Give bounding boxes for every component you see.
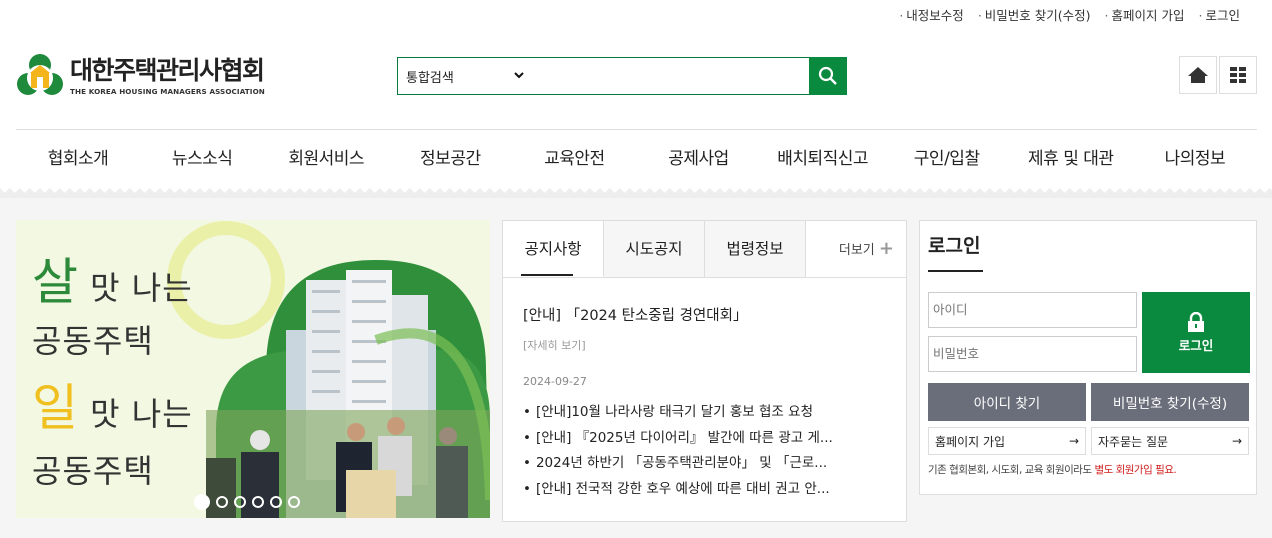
notice-date: 2024-09-27 [523, 375, 587, 388]
grid-icon [1230, 67, 1246, 83]
nav-item-partnership[interactable]: 제휴 및 대관 [1009, 130, 1133, 187]
find-id-button[interactable]: 아이디 찾기 [928, 383, 1086, 421]
join-link-label: 홈페이지 가입 [935, 434, 1006, 449]
utility-links: 내정보수정 비밀번호 찾기(수정) 홈페이지 가입 로그인 [899, 5, 1240, 24]
util-link-login[interactable]: 로그인 [1199, 5, 1240, 24]
login-panel: 로그인 로그인 아이디 찾기 비밀번호 찾기(수정) 홈페이지 가입 → 자주묻… [919, 220, 1257, 495]
notice-list: [안내]10월 나라사랑 태극기 달기 홍보 협조 요청 [안내] 『2025년… [503, 388, 906, 502]
notice-tabs: 공지사항 시도공지 법령정보 더보기 + [503, 221, 906, 278]
tab-notices[interactable]: 공지사항 [503, 221, 604, 277]
login-title-underline [928, 270, 983, 272]
banner-pagination [194, 494, 300, 510]
join-link[interactable]: 홈페이지 가입 → [928, 427, 1086, 455]
search-button[interactable] [809, 57, 847, 95]
util-link-join[interactable]: 홈페이지 가입 [1105, 5, 1185, 24]
login-note-highlight: 별도 회원가입 필요. [1094, 464, 1177, 476]
notice-board: 공지사항 시도공지 법령정보 더보기 + [안내] 「2024 탄소중립 경연대… [502, 220, 907, 522]
util-link-edit-info[interactable]: 내정보수정 [899, 5, 964, 24]
banner-dot-5[interactable] [270, 496, 282, 508]
site-logo[interactable]: 대한주택관리사협회 THE KOREA HOUSING MANAGERS ASS… [16, 52, 265, 100]
banner-dot-4[interactable] [252, 496, 264, 508]
nav-item-news[interactable]: 뉴스소식 [140, 130, 264, 187]
chevron-down-icon [514, 71, 524, 82]
banner-line-1: 살 맛 나는 [32, 242, 193, 314]
login-title: 로그인 [928, 235, 981, 257]
nav-item-jobs[interactable]: 구인/입찰 [885, 130, 1009, 187]
nav-item-info[interactable]: 정보공간 [388, 130, 512, 187]
banner-word-3-big: 일 [32, 379, 79, 437]
util-link-find-password[interactable]: 비밀번호 찾기(수정) [978, 5, 1091, 24]
main-banner[interactable]: 살 맛 나는 공동주택 일 맛 나는 공동주택 [16, 220, 490, 518]
more-link[interactable]: 더보기 + [839, 221, 906, 277]
login-button-label: 로그인 [1178, 337, 1214, 353]
arrow-right-icon: → [1231, 434, 1242, 448]
logo-icon [17, 54, 63, 95]
faq-link[interactable]: 자주묻는 질문 → [1091, 427, 1249, 455]
top-icon-buttons [1179, 56, 1257, 94]
nav-item-placement[interactable]: 배치퇴직신고 [761, 130, 885, 187]
search-scope-label: 통합검색 [406, 70, 454, 86]
faq-link-label: 자주묻는 질문 [1098, 434, 1169, 449]
tab-regional-notices[interactable]: 시도공지 [604, 221, 705, 277]
nav-item-education[interactable]: 교육안전 [512, 130, 636, 187]
login-note-text: 기존 협회본회, 시도회, 교육 회원이라도 [928, 464, 1095, 476]
notice-headline[interactable]: [안내] 「2024 탄소중립 경연대회」 [503, 278, 906, 325]
notice-item[interactable]: 2024년 하반기 「공동주택관리분야」 및 「근로... [523, 451, 886, 477]
search-bar: 통합검색 [397, 57, 847, 95]
banner-line-2: 공동주택 [32, 322, 154, 360]
home-button[interactable] [1179, 56, 1217, 94]
password-input[interactable] [928, 336, 1137, 372]
logo-title: 대한주택관리사협회 [70, 55, 265, 85]
banner-line-4: 공동주택 [32, 452, 154, 490]
user-id-input[interactable] [928, 292, 1137, 328]
notice-item[interactable]: [안내]10월 나라사랑 태극기 달기 홍보 협조 요청 [523, 400, 886, 426]
banner-dot-6[interactable] [288, 496, 300, 508]
nav-item-member-service[interactable]: 회원서비스 [264, 130, 388, 187]
sitemap-button[interactable] [1219, 56, 1257, 94]
banner-word-1: 맛 나는 [90, 269, 193, 307]
banner-word-1-big: 살 [32, 253, 79, 311]
banner-dot-2[interactable] [216, 496, 228, 508]
notice-item[interactable]: [안내] 전국적 강한 호우 예상에 따른 대비 권고 안... [523, 477, 886, 503]
banner-dot-1[interactable] [194, 494, 210, 510]
zigzag-divider [0, 188, 1272, 198]
login-button[interactable]: 로그인 [1142, 292, 1250, 373]
search-input[interactable] [530, 59, 809, 93]
logo-subtitle: THE KOREA HOUSING MANAGERS ASSOCIATION [70, 86, 265, 96]
main-nav: 협회소개 뉴스소식 회원서비스 정보공간 교육안전 공제사업 배치퇴직신고 구인… [16, 129, 1257, 187]
tab-laws[interactable]: 법령정보 [705, 221, 806, 277]
nav-item-mutual-aid[interactable]: 공제사업 [636, 130, 760, 187]
find-password-button[interactable]: 비밀번호 찾기(수정) [1091, 383, 1249, 421]
banner-line-3: 일 맛 나는 [32, 368, 193, 440]
nav-item-my-info[interactable]: 나의정보 [1133, 130, 1257, 187]
search-icon [818, 66, 837, 85]
notice-detail-link[interactable]: [자세히 보기] [503, 325, 906, 353]
banner-word-3: 맛 나는 [90, 395, 193, 433]
nav-item-about[interactable]: 협회소개 [16, 130, 140, 187]
plus-icon: + [878, 238, 894, 259]
search-scope-select[interactable]: 통합검색 [406, 67, 530, 86]
notice-item[interactable]: [안내] 『2025년 다이어리』 발간에 따른 광고 게... [523, 426, 886, 452]
banner-dot-3[interactable] [234, 496, 246, 508]
home-icon [1188, 67, 1208, 83]
arrow-right-icon: → [1068, 434, 1079, 448]
more-label: 더보기 [838, 243, 875, 258]
login-note: 기존 협회본회, 시도회, 교육 회원이라도 별도 회원가입 필요. [928, 462, 1177, 477]
lock-icon [1188, 311, 1204, 332]
